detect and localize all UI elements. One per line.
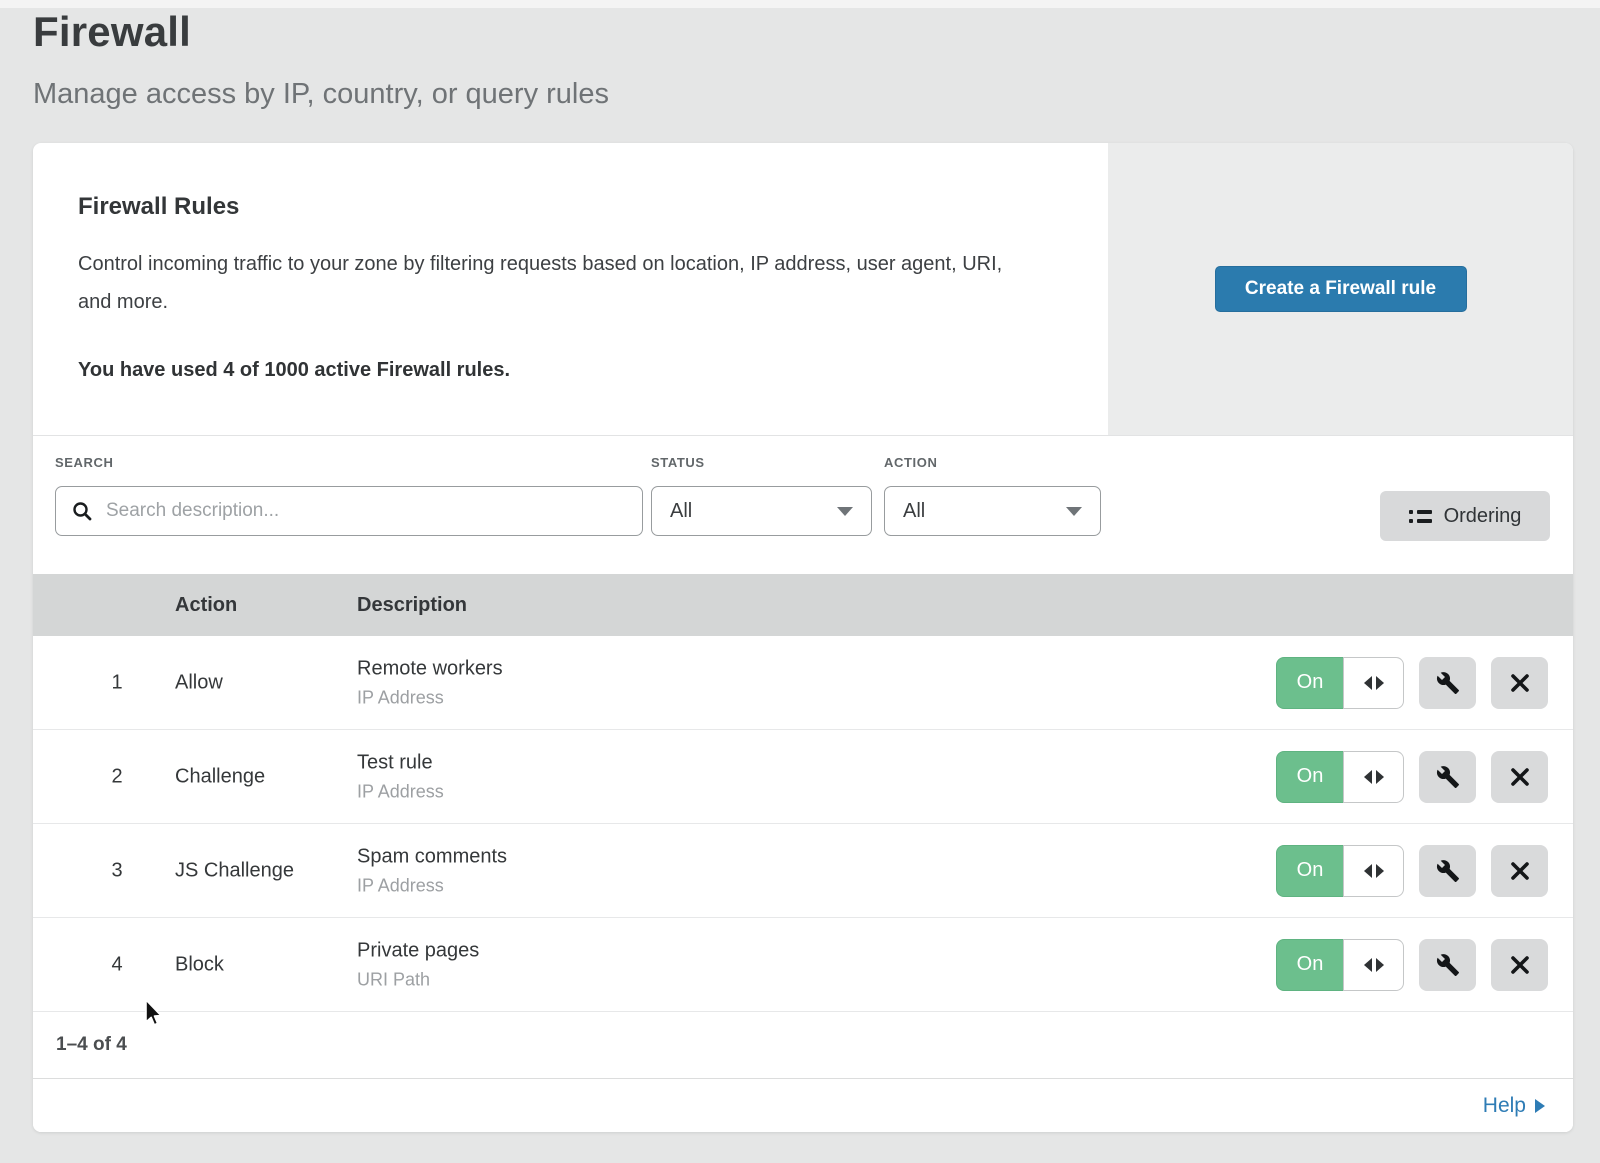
rule-description: Test rule (357, 751, 444, 774)
help-link-label: Help (1483, 1094, 1526, 1118)
wrench-icon (1436, 953, 1460, 977)
page-subtitle: Manage access by IP, country, or query r… (33, 78, 609, 111)
rule-enabled-toggle[interactable]: On (1276, 657, 1404, 709)
search-icon (72, 501, 92, 521)
firewall-rule-row: 2 Challenge Test rule IP Address On (33, 730, 1573, 824)
help-link[interactable]: Help (1483, 1094, 1545, 1118)
wrench-icon (1436, 765, 1460, 789)
rule-action: Allow (175, 671, 223, 694)
rule-controls: On (1276, 939, 1548, 991)
firewall-rule-row: 4 Block Private pages URI Path On (33, 918, 1573, 1012)
toggle-on-label[interactable]: On (1276, 939, 1343, 991)
toggle-arrows-icon[interactable] (1343, 751, 1404, 803)
rule-priority: 2 (87, 765, 147, 788)
rule-enabled-toggle[interactable]: On (1276, 939, 1404, 991)
wrench-icon (1436, 859, 1460, 883)
intro-section: Firewall Rules Control incoming traffic … (33, 143, 1573, 436)
rule-priority: 3 (87, 859, 147, 882)
action-filter: ACTION All (884, 455, 1101, 536)
rule-description-cell: Test rule IP Address (357, 751, 444, 802)
toggle-arrows-icon[interactable] (1343, 845, 1404, 897)
delete-rule-button[interactable] (1491, 751, 1548, 803)
firewall-rule-row: 3 JS Challenge Spam comments IP Address … (33, 824, 1573, 918)
column-header-action: Action (175, 574, 237, 636)
chevron-down-icon (1066, 507, 1082, 516)
toggle-on-label[interactable]: On (1276, 657, 1343, 709)
section-description: Control incoming traffic to your zone by… (78, 245, 1038, 321)
chevron-right-icon (1535, 1099, 1545, 1113)
rule-match-type: IP Address (357, 875, 507, 896)
rule-priority: 1 (87, 671, 147, 694)
search-filter: SEARCH (55, 455, 643, 536)
pagination-bar: 1–4 of 4 (33, 1012, 1573, 1079)
edit-rule-button[interactable] (1419, 751, 1476, 803)
ordering-button-label: Ordering (1444, 505, 1522, 528)
rule-action: Block (175, 953, 224, 976)
toggle-on-label[interactable]: On (1276, 751, 1343, 803)
edit-rule-button[interactable] (1419, 939, 1476, 991)
rule-match-type: IP Address (357, 781, 444, 802)
chevron-down-icon (837, 507, 853, 516)
close-icon (1510, 955, 1530, 975)
rule-action: JS Challenge (175, 859, 294, 882)
rules-table-body: 1 Allow Remote workers IP Address On (33, 636, 1573, 1012)
toggle-arrows-icon[interactable] (1343, 939, 1404, 991)
rule-controls: On (1276, 751, 1548, 803)
rule-description-cell: Remote workers IP Address (357, 657, 503, 708)
search-input-wrapper[interactable] (55, 486, 643, 536)
status-select[interactable]: All (651, 486, 872, 536)
rule-controls: On (1276, 845, 1548, 897)
rule-description: Spam comments (357, 845, 507, 868)
help-bar: Help (33, 1079, 1573, 1132)
section-heading: Firewall Rules (78, 193, 1068, 221)
rule-enabled-toggle[interactable]: On (1276, 845, 1404, 897)
action-select[interactable]: All (884, 486, 1101, 536)
edit-rule-button[interactable] (1419, 657, 1476, 709)
pagination-label: 1–4 of 4 (56, 1012, 127, 1078)
rule-priority: 4 (87, 953, 147, 976)
delete-rule-button[interactable] (1491, 657, 1548, 709)
table-header: Action Description (33, 574, 1573, 636)
close-icon (1510, 673, 1530, 693)
status-select-value: All (670, 500, 692, 523)
firewall-rule-row: 1 Allow Remote workers IP Address On (33, 636, 1573, 730)
create-firewall-rule-button[interactable]: Create a Firewall rule (1215, 266, 1467, 312)
close-icon (1510, 861, 1530, 881)
page-top-strip (0, 0, 1600, 8)
firewall-rules-card: Firewall Rules Control incoming traffic … (33, 143, 1573, 1132)
rule-controls: On (1276, 657, 1548, 709)
ordered-list-icon (1409, 510, 1432, 523)
page-title: Firewall (33, 8, 191, 56)
ordering-button[interactable]: Ordering (1380, 491, 1550, 541)
filters-bar: SEARCH STATUS All ACTION All (33, 436, 1573, 574)
delete-rule-button[interactable] (1491, 845, 1548, 897)
rule-description: Private pages (357, 939, 479, 962)
status-filter: STATUS All (651, 455, 872, 536)
toggle-arrows-icon[interactable] (1343, 657, 1404, 709)
status-label: STATUS (651, 455, 872, 470)
toggle-on-label[interactable]: On (1276, 845, 1343, 897)
rule-match-type: URI Path (357, 969, 479, 990)
wrench-icon (1436, 671, 1460, 695)
close-icon (1510, 767, 1530, 787)
edit-rule-button[interactable] (1419, 845, 1476, 897)
usage-note: You have used 4 of 1000 active Firewall … (78, 351, 1038, 389)
rule-match-type: IP Address (357, 687, 503, 708)
search-label: SEARCH (55, 455, 643, 470)
create-rule-panel: Create a Firewall rule (1108, 143, 1573, 435)
rule-enabled-toggle[interactable]: On (1276, 751, 1404, 803)
rule-action: Challenge (175, 765, 265, 788)
column-header-description: Description (357, 574, 467, 636)
rule-description-cell: Private pages URI Path (357, 939, 479, 990)
rule-description-cell: Spam comments IP Address (357, 845, 507, 896)
delete-rule-button[interactable] (1491, 939, 1548, 991)
intro-text-block: Firewall Rules Control incoming traffic … (33, 143, 1108, 435)
search-input[interactable] (104, 499, 628, 523)
action-label: ACTION (884, 455, 1101, 470)
rule-description: Remote workers (357, 657, 503, 680)
action-select-value: All (903, 500, 925, 523)
